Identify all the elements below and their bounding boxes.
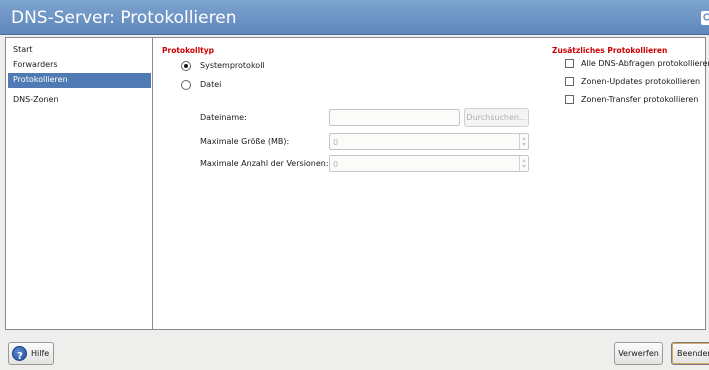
help-button[interactable]: ? Hilfe <box>8 342 54 365</box>
checkbox-alle-dns-abfragen[interactable] <box>565 59 574 68</box>
help-label: Hilfe <box>31 349 50 358</box>
sidebar-item-start[interactable]: Start <box>8 43 151 58</box>
sidebar-item-protokollieren[interactable]: Protokollieren <box>8 73 151 88</box>
checkbox-zonen-transfer[interactable] <box>565 95 574 104</box>
sidebar: Start Forwarders Protokollieren DNS-Zone… <box>6 38 153 329</box>
protokolltyp-heading: Protokolltyp <box>162 46 215 55</box>
radio-systemprotokoll[interactable] <box>181 61 191 71</box>
max-size-spinbox[interactable]: 0 <box>329 133 529 150</box>
max-size-value: 0 <box>333 138 339 147</box>
main-panel: Start Forwarders Protokollieren DNS-Zone… <box>5 37 709 330</box>
max-versions-spinbox[interactable]: 0 <box>329 155 529 172</box>
radio-datei-label: Datei <box>200 80 222 89</box>
dateiname-input[interactable] <box>329 109 460 126</box>
help-icon: ? <box>12 346 27 362</box>
checkbox-zonen-updates[interactable] <box>565 77 574 86</box>
title-bar: DNS-Server: Protokollieren <box>0 0 709 35</box>
radio-systemprotokoll-label: Systemprotokoll <box>200 61 265 70</box>
checkbox-zonen-transfer-label: Zonen-Transfer protokollieren <box>581 95 699 104</box>
radio-selected-dot <box>184 64 188 68</box>
finish-button[interactable]: Beenden <box>671 342 709 365</box>
dateiname-label: Dateiname: <box>200 113 247 122</box>
sidebar-item-dns-zonen[interactable]: DNS-Zonen <box>8 93 151 108</box>
checkbox-alle-dns-abfragen-label: Alle DNS-Abfragen protokollieren <box>581 59 709 68</box>
max-versions-value: 0 <box>333 160 339 169</box>
sidebar-item-forwarders[interactable]: Forwarders <box>8 58 151 73</box>
title-help-icon[interactable] <box>701 11 709 25</box>
radio-datei[interactable] <box>181 80 191 90</box>
discard-button[interactable]: Verwerfen <box>614 342 663 365</box>
max-size-label: Maximale Größe (MB): <box>200 137 290 146</box>
spinner-arrows-icon[interactable] <box>519 134 528 149</box>
window-title: DNS-Server: Protokollieren <box>11 8 237 28</box>
zusaetzlich-heading: Zusätzliches Protokollieren <box>552 46 668 55</box>
checkbox-zonen-updates-label: Zonen-Updates protokollieren <box>581 77 701 86</box>
max-versions-label: Maximale Anzahl der Versionen: <box>200 159 329 168</box>
spinner-arrows-icon[interactable] <box>519 156 528 171</box>
browse-button[interactable]: Durchsuchen... <box>464 108 529 127</box>
